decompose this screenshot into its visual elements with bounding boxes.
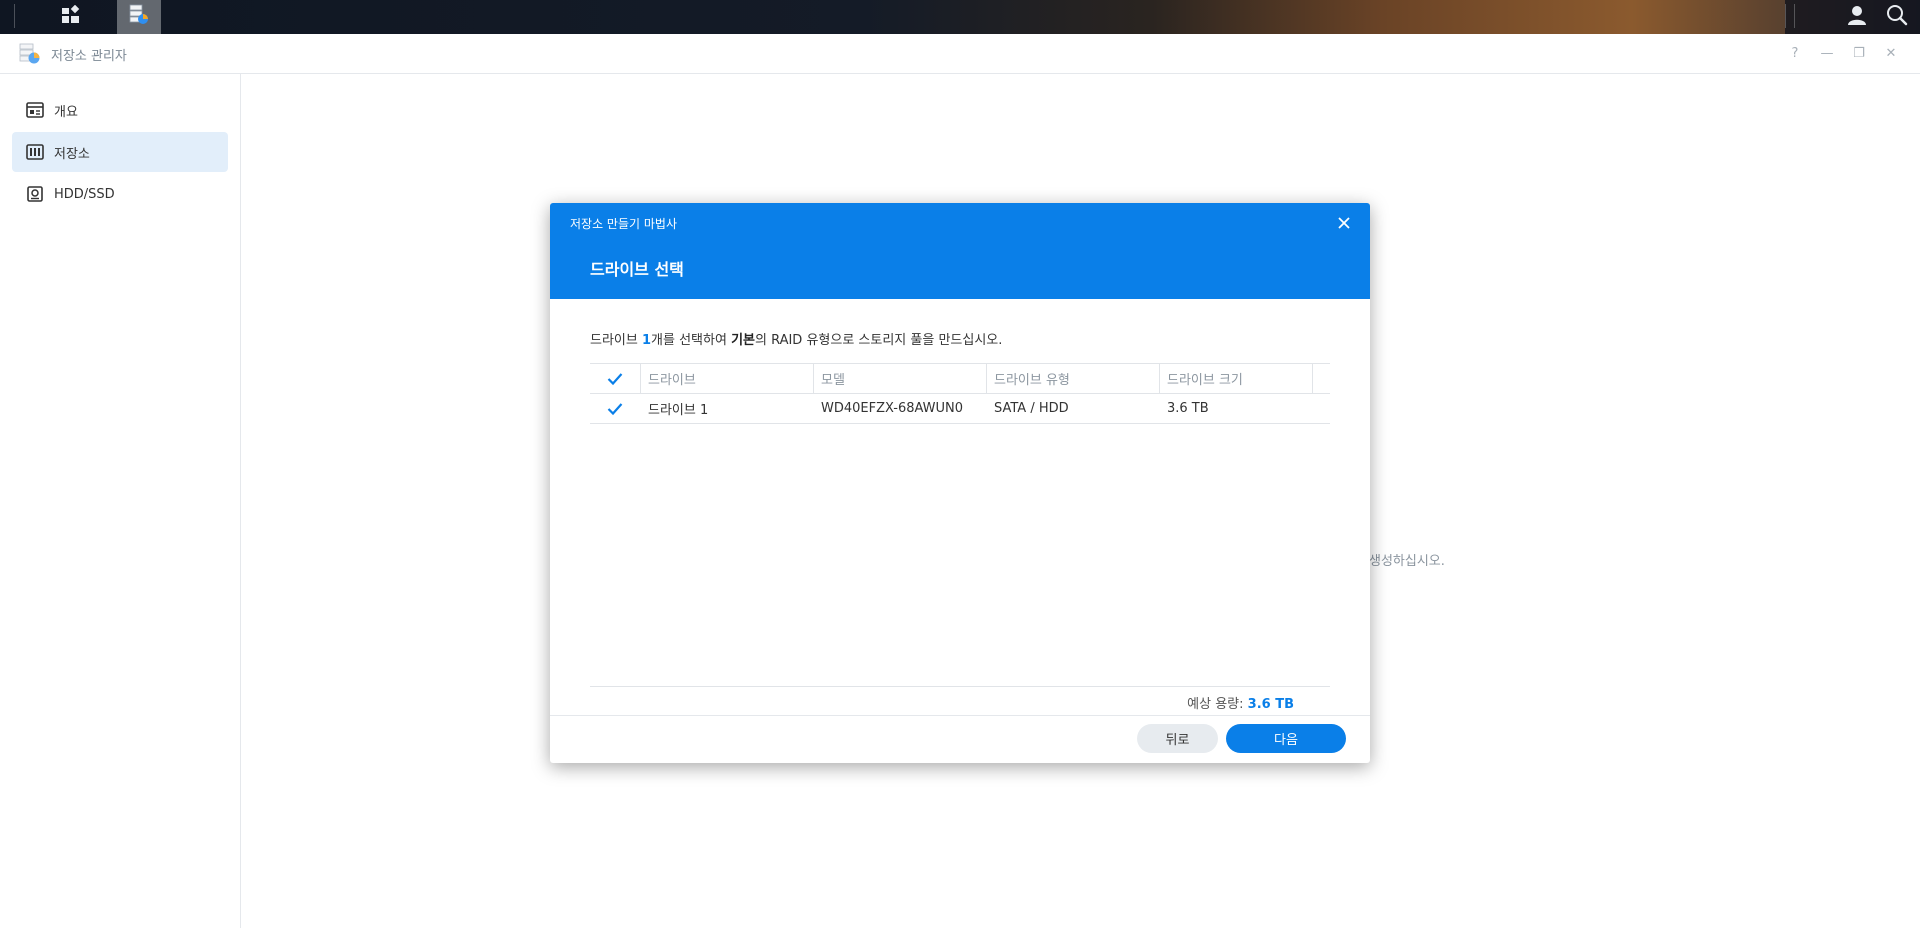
search-button[interactable]	[1878, 0, 1916, 34]
user-icon	[1846, 4, 1868, 30]
taskbar-separator	[14, 4, 15, 28]
column-header-model[interactable]: 모델	[821, 364, 845, 393]
description-text: 드라이브	[590, 333, 642, 348]
estimated-capacity: 예상 용량: 3.6 TB	[1187, 693, 1294, 712]
sidebar-item-overview[interactable]: 개요	[12, 90, 228, 130]
taskbar	[0, 0, 1920, 34]
sidebar-item-storage[interactable]: 저장소	[12, 132, 228, 172]
sidebar: 개요 저장소 HDD/SSD	[0, 74, 241, 928]
select-all-checkbox[interactable]	[590, 364, 640, 393]
column-header-drive[interactable]: 드라이브	[648, 364, 696, 393]
description-text: 의 RAID 유형으로 스토리지 풀을 만드십시오.	[754, 333, 1003, 348]
background-hint-text: 생성하십시오.	[1369, 554, 1445, 569]
sidebar-item-label: HDD/SSD	[54, 186, 115, 202]
divider	[590, 686, 1330, 687]
back-button[interactable]: 뒤로	[1137, 724, 1218, 753]
wizard-title: 저장소 만들기 마법사	[570, 217, 677, 231]
search-icon	[1886, 4, 1908, 30]
drive-type-cell: SATA / HDD	[994, 401, 1069, 416]
overview-icon	[26, 101, 44, 119]
checkmark-icon	[607, 401, 623, 417]
close-icon[interactable]	[1334, 213, 1354, 233]
storage-manager-icon	[127, 3, 151, 31]
description-text: 개를 선택하여	[651, 333, 732, 348]
create-storage-wizard-dialog: 저장소 만들기 마법사 드라이브 선택 드라이브 1개를 선택하여 기본의 RA…	[550, 203, 1370, 763]
capacity-label: 예상 용량:	[1187, 697, 1248, 712]
capacity-value: 3.6 TB	[1247, 697, 1294, 712]
column-header-type[interactable]: 드라이브 유형	[994, 364, 1070, 393]
raid-type: 기본	[731, 333, 755, 348]
table-header-row: 드라이브 모델 드라이브 유형 드라이브 크기	[590, 363, 1330, 394]
column-divider	[813, 364, 814, 393]
help-icon[interactable]: ?	[1785, 43, 1805, 63]
selected-count: 1	[641, 333, 652, 348]
footer-divider	[550, 715, 1370, 716]
close-window-icon[interactable]: ✕	[1881, 43, 1901, 63]
drive-size-cell: 3.6 TB	[1167, 401, 1209, 416]
table-row[interactable]: 드라이브 1 WD40EFZX-68AWUN0 SATA / HDD 3.6 T…	[590, 394, 1330, 424]
main-menu-icon	[61, 4, 81, 29]
user-button[interactable]	[1838, 0, 1876, 34]
taskbar-separator	[1794, 4, 1795, 28]
row-checkbox[interactable]	[590, 394, 640, 423]
window-title: 저장소 관리자	[51, 49, 127, 64]
taskbar-separator	[1785, 4, 1786, 28]
main-menu-button[interactable]	[26, 0, 116, 34]
storage-manager-app-icon	[18, 43, 42, 69]
sidebar-item-label: 저장소	[54, 146, 90, 162]
step-title: 드라이브 선택	[590, 260, 684, 279]
next-button[interactable]: 다음	[1226, 724, 1346, 753]
hdd-icon	[26, 185, 44, 203]
column-header-size[interactable]: 드라이브 크기	[1167, 364, 1243, 393]
storage-manager-taskbar-button[interactable]	[117, 0, 161, 34]
window-titlebar: 저장소 관리자 ? — ❐ ✕	[0, 34, 1920, 74]
checkmark-icon	[607, 371, 623, 387]
sidebar-item-label: 개요	[54, 104, 78, 120]
column-divider	[1159, 364, 1160, 393]
restore-icon[interactable]: ❐	[1849, 43, 1869, 63]
model-cell: WD40EFZX-68AWUN0	[821, 401, 964, 416]
minimize-icon[interactable]: —	[1817, 43, 1837, 63]
column-divider	[1312, 364, 1313, 393]
drive-name-cell: 드라이브 1	[648, 403, 709, 418]
dialog-header: 저장소 만들기 마법사 드라이브 선택	[550, 203, 1370, 299]
dialog-description: 드라이브 1개를 선택하여 기본의 RAID 유형으로 스토리지 풀을 만드십시…	[590, 329, 1002, 348]
drive-table: 드라이브 모델 드라이브 유형 드라이브 크기 드라이브 1 WD40EFZX-…	[590, 363, 1330, 424]
storage-icon	[26, 143, 44, 161]
column-divider	[986, 364, 987, 393]
column-divider	[640, 364, 641, 393]
sidebar-item-hdd-ssd[interactable]: HDD/SSD	[12, 174, 228, 214]
